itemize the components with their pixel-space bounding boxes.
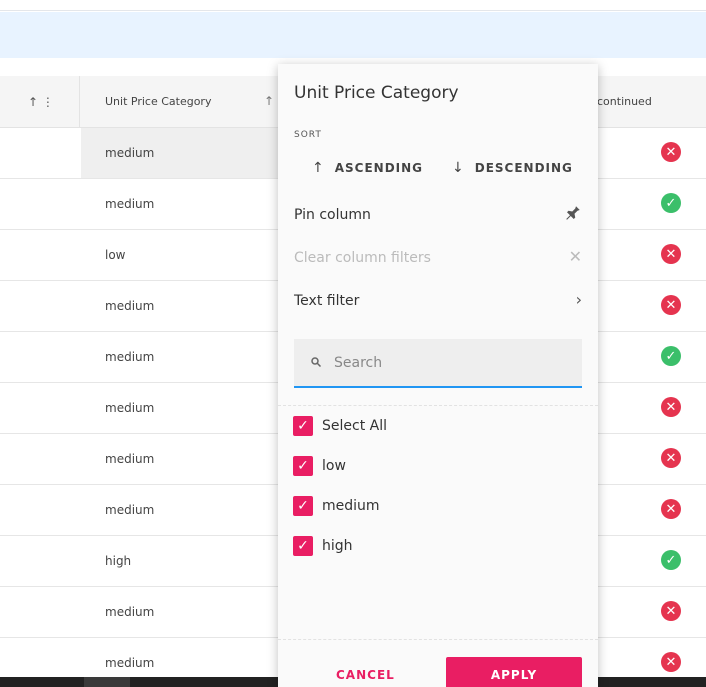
- pin-column-label: Pin column: [294, 207, 371, 223]
- taskbar-active-app[interactable]: [84, 677, 130, 687]
- status-cell: ✕: [661, 142, 683, 164]
- row-cell: [0, 230, 80, 280]
- status-cell: ✕: [661, 244, 683, 266]
- divider: [278, 405, 598, 406]
- sort-descending-label: DESCENDING: [474, 161, 573, 175]
- option-label: Select All: [322, 418, 387, 434]
- option-label: low: [322, 458, 346, 474]
- option-label: medium: [322, 498, 380, 514]
- divider: [278, 639, 598, 640]
- sort-ascending-button[interactable]: ↑ ASCENDING: [312, 158, 423, 178]
- row-cell: [0, 332, 80, 382]
- row-cell: [0, 485, 80, 535]
- status-cell: ✕: [661, 448, 683, 470]
- text-filter-label: Text filter: [294, 293, 360, 309]
- category-cell[interactable]: medium: [81, 281, 281, 331]
- close-icon: ✕: [568, 247, 582, 266]
- cross-icon: ✕: [661, 244, 681, 264]
- check-icon: ✓: [661, 550, 681, 570]
- cancel-button[interactable]: CANCEL: [336, 668, 395, 682]
- status-cell: ✓: [661, 550, 683, 572]
- status-cell: ✕: [661, 499, 683, 521]
- apply-button[interactable]: APPLY: [446, 657, 582, 687]
- sort-caption: SORT: [294, 130, 322, 140]
- menu-title: Unit Price Category: [294, 83, 459, 103]
- category-cell[interactable]: medium: [81, 485, 281, 535]
- option-medium[interactable]: ✓ medium: [293, 495, 380, 517]
- option-high[interactable]: ✓ high: [293, 535, 353, 557]
- cross-icon: ✕: [661, 652, 681, 672]
- info-banner: [0, 12, 706, 58]
- row-cell: [0, 536, 80, 586]
- header-discontinued[interactable]: continued: [597, 95, 652, 108]
- cross-icon: ✕: [661, 448, 681, 468]
- checkbox-checked-icon[interactable]: ✓: [293, 536, 313, 556]
- clear-filters-label: Clear column filters: [294, 250, 431, 266]
- status-cell: ✓: [661, 193, 683, 215]
- cross-icon: ✕: [661, 142, 681, 162]
- row-cell: [0, 434, 80, 484]
- status-cell: ✕: [661, 295, 683, 317]
- search-icon: [310, 356, 322, 371]
- status-cell: ✕: [661, 397, 683, 419]
- arrow-down-icon: ↓: [452, 160, 465, 176]
- top-bar: [0, 0, 706, 11]
- category-cell[interactable]: medium: [81, 179, 281, 229]
- category-cell[interactable]: medium: [81, 332, 281, 382]
- category-cell[interactable]: medium: [81, 587, 281, 637]
- category-cell[interactable]: medium: [81, 383, 281, 433]
- pin-column-item[interactable]: Pin column: [294, 204, 582, 228]
- option-low[interactable]: ✓ low: [293, 455, 346, 477]
- category-cell[interactable]: high: [81, 536, 281, 586]
- sort-descending-button[interactable]: ↓ DESCENDING: [452, 158, 573, 178]
- column-menu-icon[interactable]: ↑ ⋮: [28, 95, 54, 109]
- cross-icon: ✕: [661, 499, 681, 519]
- text-filter-item[interactable]: Text filter ›: [294, 290, 582, 314]
- checkbox-checked-icon[interactable]: ✓: [293, 496, 313, 516]
- category-cell[interactable]: medium: [81, 128, 281, 178]
- cross-icon: ✕: [661, 397, 681, 417]
- checkbox-checked-icon[interactable]: ✓: [293, 416, 313, 436]
- arrow-up-icon: ↑: [312, 160, 325, 176]
- category-cell[interactable]: medium: [81, 434, 281, 484]
- header-unit-price-category[interactable]: Unit Price Category: [105, 95, 211, 108]
- cross-icon: ✕: [661, 601, 681, 621]
- sort-ascending-icon: ↑: [264, 94, 275, 108]
- check-icon: ✓: [661, 346, 681, 366]
- filter-search-box[interactable]: [294, 339, 582, 388]
- app-page: ↑ ⋮ Unit Price Category ↑ continued medi…: [0, 0, 706, 687]
- check-icon: ✓: [661, 193, 681, 213]
- row-cell: [0, 128, 80, 178]
- option-select-all[interactable]: ✓ Select All: [293, 415, 387, 437]
- column-filter-menu: Unit Price Category SORT ↑ ASCENDING ↓ D…: [278, 64, 598, 687]
- status-cell: ✓: [661, 346, 683, 368]
- header-cell-first[interactable]: ↑ ⋮: [0, 76, 80, 128]
- clear-column-filters-item[interactable]: Clear column filters ✕: [294, 247, 582, 271]
- pin-icon: [564, 204, 582, 226]
- row-cell: [0, 383, 80, 433]
- checkbox-checked-icon[interactable]: ✓: [293, 456, 313, 476]
- status-cell: ✕: [661, 652, 683, 674]
- row-cell: [0, 179, 80, 229]
- status-cell: ✕: [661, 601, 683, 623]
- sort-ascending-label: ASCENDING: [334, 161, 424, 175]
- option-label: high: [322, 538, 353, 554]
- cross-icon: ✕: [661, 295, 681, 315]
- chevron-right-icon: ›: [575, 290, 582, 309]
- row-cell: [0, 587, 80, 637]
- row-cell: [0, 281, 80, 331]
- search-input[interactable]: [334, 351, 564, 375]
- category-cell[interactable]: low: [81, 230, 281, 280]
